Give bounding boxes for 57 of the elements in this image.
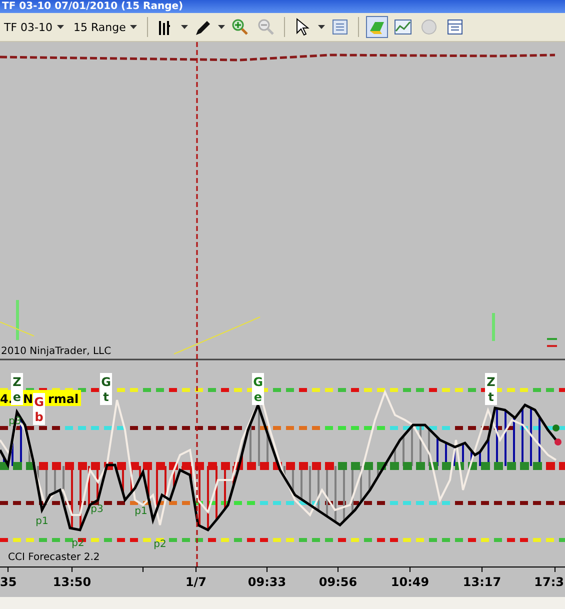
pivot-label: p3 [90, 504, 104, 515]
marker-background [33, 393, 45, 425]
pivot-label: p2 [154, 539, 166, 550]
caret-icon [130, 25, 137, 29]
signal-label: G [253, 375, 263, 389]
pivot-label: p2 [72, 538, 84, 549]
axis-label: 09:33 [248, 575, 286, 589]
axis-label: 1/7 [185, 575, 207, 589]
signal-label: t [103, 390, 109, 404]
signal-label: e [12, 390, 22, 404]
bar-style-icon [158, 20, 171, 36]
interval-dropdown[interactable]: 15 Range [70, 18, 140, 36]
volume-bar [492, 313, 495, 341]
signal-label: G [101, 375, 111, 389]
axis-label: 17:3 [534, 575, 564, 589]
signal-label: b [34, 410, 44, 424]
volume-bar [16, 300, 19, 340]
pencil-icon [196, 21, 210, 35]
axis-label: 13:50 [52, 575, 92, 589]
pointer-icon [296, 18, 310, 36]
signal-dot [554, 438, 562, 446]
caret-icon [56, 25, 64, 29]
caret-icon [218, 25, 225, 29]
caret-icon [318, 25, 325, 29]
copyright-text: 2010 NinjaTrader, LLC [1, 346, 112, 357]
zoom-out-icon [258, 19, 274, 35]
signal-label: Z [486, 375, 496, 389]
signal-label: e [254, 390, 262, 404]
status-text: 4. [0, 392, 13, 406]
marker-background [100, 373, 112, 405]
instrument-dropdown[interactable]: TF 03-10 [1, 18, 67, 36]
marker-background [252, 373, 264, 405]
trend-line [0, 322, 34, 336]
marker-background [11, 373, 23, 405]
pivot-label: p1 [134, 506, 148, 517]
signal-label: G [34, 395, 44, 409]
strategy-icon [421, 20, 436, 34]
legend-marks-icon [547, 338, 557, 347]
indicators-icon [394, 20, 412, 34]
zoom-in-icon [232, 19, 248, 35]
axis-label: 35 [0, 575, 17, 589]
axis-label: 10:49 [390, 575, 430, 589]
signal-dot [552, 424, 560, 432]
marker-background [485, 373, 497, 405]
properties-icon [332, 20, 348, 34]
status-text: rmal [48, 392, 79, 406]
status-text: N [23, 392, 34, 406]
axis-label: 13:17 [462, 575, 502, 589]
axis-label: 09:56 [318, 575, 358, 589]
pivot-label: p1 [36, 516, 48, 527]
caret-icon [180, 25, 188, 29]
chart-trader-icon [370, 22, 384, 34]
signal-label: t [488, 390, 494, 404]
indicator-title: CCI Forecaster 2.2 [8, 552, 100, 563]
window-title: TF 03-10 07/01/2010 (15 Range) [1, 0, 184, 13]
signal-label: Z [12, 375, 22, 389]
data-box-icon [447, 20, 462, 34]
